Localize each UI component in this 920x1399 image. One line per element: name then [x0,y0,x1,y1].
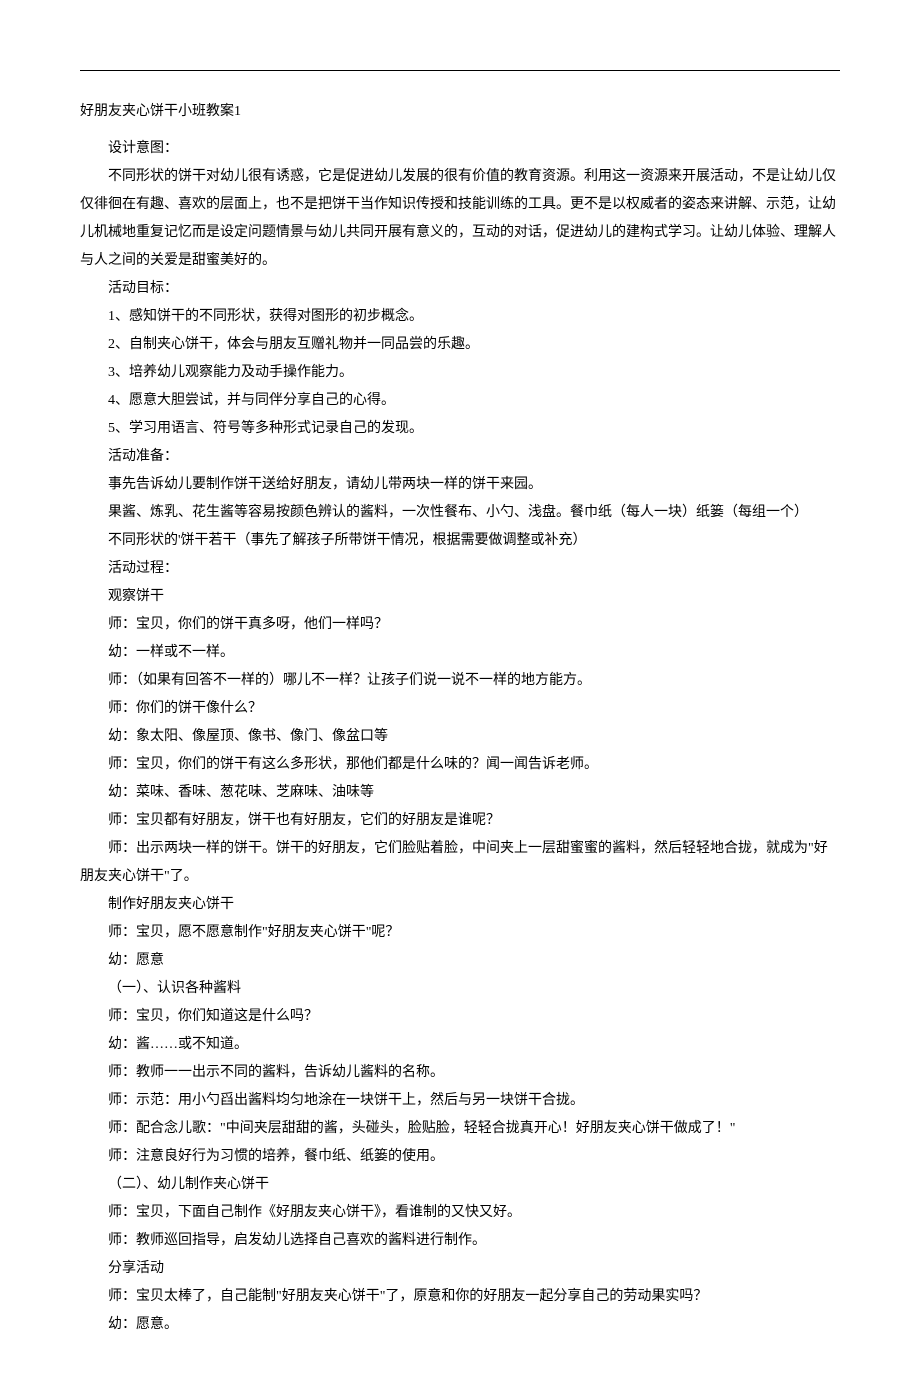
dialogue-line: 师：宝贝，你们的饼干有这么多形状，那他们都是什么味的？闻一闻告诉老师。 [80,751,840,779]
process-heading: 活动过程： [80,555,840,583]
dialogue-line: 师：示范：用小勺舀出酱料均匀地涂在一块饼干上，然后与另一块饼干合拢。 [80,1087,840,1115]
dialogue-line: 师：注意良好行为习惯的培养，餐巾纸、纸篓的使用。 [80,1143,840,1171]
document-page: 好朋友夹心饼干小班教案1 设计意图： 不同形状的饼干对幼儿很有诱惑，它是促进幼儿… [0,0,920,1399]
goals-heading: 活动目标： [80,275,840,303]
dialogue-line: 师：宝贝，你们的饼干真多呀，他们一样吗？ [80,611,840,639]
dialogue-line: 幼：菜味、香味、葱花味、芝麻味、油味等 [80,779,840,807]
share-heading: 分享活动 [80,1255,840,1283]
dialogue-line: 师：宝贝都有好朋友，饼干也有好朋友，它们的好朋友是谁呢？ [80,807,840,835]
make-heading: 制作好朋友夹心饼干 [80,891,840,919]
dialogue-line: 师：教师巡回指导，启发幼儿选择自己喜欢的酱料进行制作。 [80,1227,840,1255]
goal-item: 5、学习用语言、符号等多种形式记录自己的发现。 [80,415,840,443]
dialogue-line: 师：宝贝，你们知道这是什么吗？ [80,1003,840,1031]
goal-item: 1、感知饼干的不同形状，获得对图形的初步概念。 [80,303,840,331]
goal-item: 3、培养幼儿观察能力及动手操作能力。 [80,359,840,387]
dialogue-line: 幼：象太阳、像屋顶、像书、像门、像盆口等 [80,723,840,751]
dialogue-line: 幼：酱……或不知道。 [80,1031,840,1059]
goal-item: 2、自制夹心饼干，体会与朋友互赠礼物并一同品尝的乐趣。 [80,331,840,359]
observe-heading: 观察饼干 [80,583,840,611]
dialogue-line: 师：宝贝太棒了，自己能制"好朋友夹心饼干"了，原意和你的好朋友一起分享自己的劳动… [80,1283,840,1311]
prep-item: 果酱、炼乳、花生酱等容易按颜色辨认的酱料，一次性餐布、小勺、浅盘。餐巾纸（每人一… [80,499,840,527]
top-divider [80,70,840,71]
dialogue-line: （一）、认识各种酱料 [80,975,840,1003]
dialogue-line: 幼：愿意 [80,947,840,975]
dialogue-line: 师：教师一一出示不同的酱料，告诉幼儿酱料的名称。 [80,1059,840,1087]
dialogue-line: 师：配合念儿歌："中间夹层甜甜的酱，头碰头，脸贴脸，轻轻合拢真开心！好朋友夹心饼… [80,1115,840,1143]
dialogue-line: 师：你们的饼干像什么？ [80,695,840,723]
design-intent-heading: 设计意图： [80,135,840,163]
dialogue-line: 师：（如果有回答不一样的）哪儿不一样？让孩子们说一说不一样的地方能方。 [80,667,840,695]
design-intent-body: 不同形状的饼干对幼儿很有诱惑，它是促进幼儿发展的很有价值的教育资源。利用这一资源… [80,163,840,275]
dialogue-line: 幼：一样或不一样。 [80,639,840,667]
goal-item: 4、愿意大胆尝试，并与同伴分享自己的心得。 [80,387,840,415]
dialogue-line: 幼：愿意。 [80,1311,840,1339]
prep-item: 不同形状的'饼干若干（事先了解孩子所带饼干情况，根据需要做调整或补充） [80,527,840,555]
dialogue-line: （二）、幼儿制作夹心饼干 [80,1171,840,1199]
dialogue-line: 师：宝贝，愿不愿意制作"好朋友夹心饼干"呢？ [80,919,840,947]
dialogue-line: 师：宝贝，下面自己制作《好朋友夹心饼干》，看谁制的又快又好。 [80,1199,840,1227]
demo-line: 师：出示两块一样的饼干。饼干的好朋友，它们脸贴着脸，中间夹上一层甜蜜蜜的酱料，然… [80,835,840,891]
prep-heading: 活动准备： [80,443,840,471]
lesson-title: 好朋友夹心饼干小班教案1 [80,101,840,123]
prep-item: 事先告诉幼儿要制作饼干送给好朋友，请幼儿带两块一样的饼干来园。 [80,471,840,499]
